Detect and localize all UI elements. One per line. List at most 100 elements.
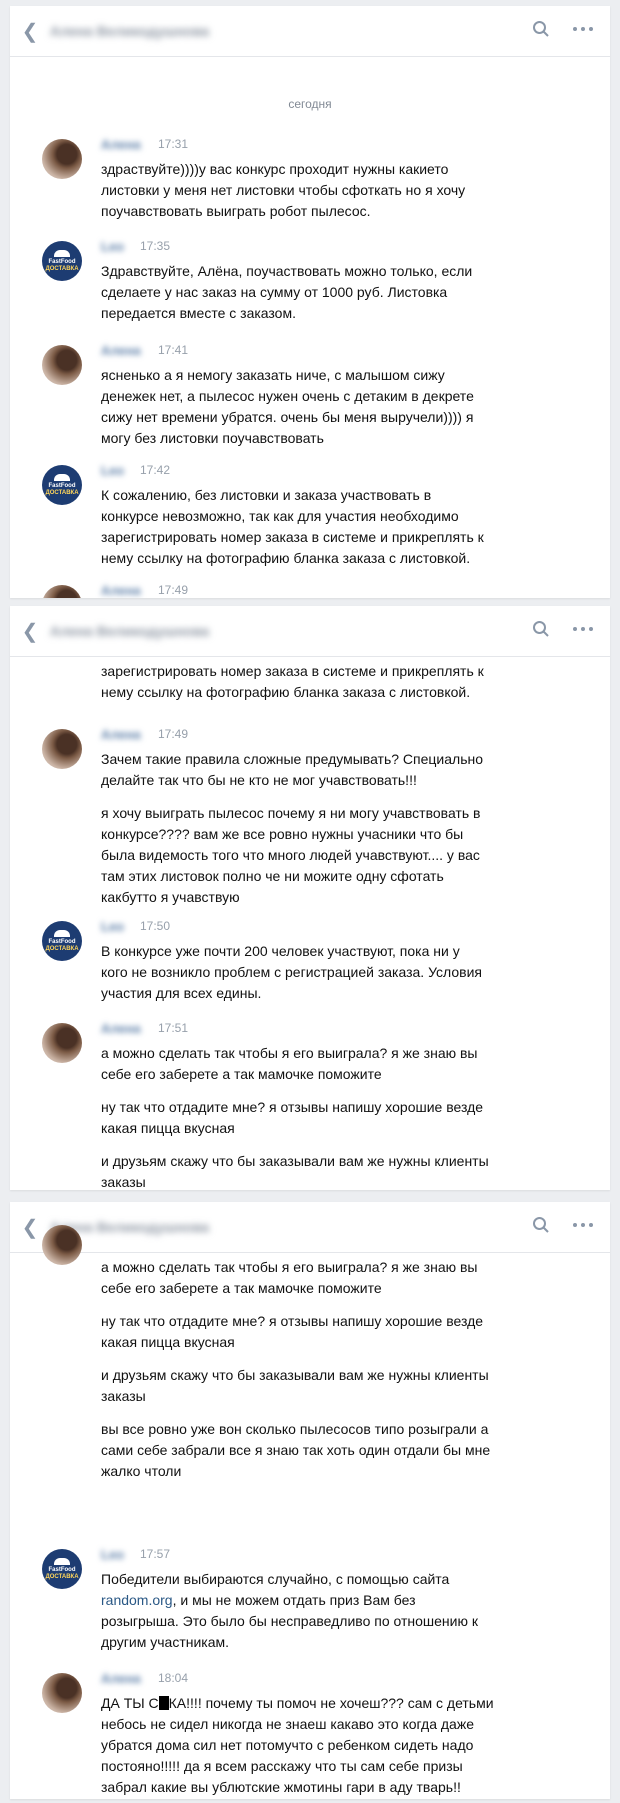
avatar[interactable] bbox=[42, 1023, 82, 1063]
message-text: К сожалению, без листовки и заказа участ… bbox=[101, 485, 484, 569]
sender-name[interactable]: Leo bbox=[101, 1547, 124, 1562]
text-line: могу без листовки поучавствовать bbox=[101, 430, 324, 446]
chat-header: ❮ Алена Великодушнова bbox=[10, 6, 610, 57]
more-dots-icon[interactable] bbox=[572, 20, 594, 38]
text-line: там этих листовок полно че ни можите одн… bbox=[101, 868, 444, 884]
text-line: убратся дома сил нет потомучто с ребенко… bbox=[101, 1737, 474, 1753]
text-line: ясненько а я немогу заказать ниче, с мал… bbox=[101, 367, 445, 383]
sender-name[interactable]: Алена bbox=[101, 727, 141, 742]
text-line: денежек нет, а пылесос нужен очень с дет… bbox=[101, 388, 474, 404]
text-line: зарегистрировать номер заказа в системе … bbox=[101, 529, 484, 545]
text-line: розыгрыша. Это было бы несправедливо по … bbox=[101, 1613, 478, 1629]
text-line: заказы bbox=[101, 1388, 146, 1404]
avatar[interactable] bbox=[42, 139, 82, 179]
text-line: забрал какие вы ублютские жмотины гари в… bbox=[101, 1779, 461, 1795]
message-history: а можно сделать так чтобы я его выиграла… bbox=[10, 1225, 610, 1799]
text-line: В конкурсе уже почти 200 человек участву… bbox=[101, 943, 460, 959]
more-dots-icon[interactable] bbox=[572, 1216, 594, 1234]
text-line: небось не сидел никогда не знаеш какаво … bbox=[101, 1716, 474, 1732]
message-text: ДА ТЫ С КА!!!! почему ты помоч не хочеш??… bbox=[101, 1693, 494, 1798]
search-icon[interactable] bbox=[532, 620, 550, 638]
text-line: какая пицца вкусная bbox=[101, 1334, 235, 1350]
text-line: делайте так что бы не кто не мог учавств… bbox=[101, 772, 417, 788]
message-text-continued: а можно сделать так чтобы я его выиграла… bbox=[101, 1257, 490, 1482]
avatar[interactable] bbox=[42, 1673, 82, 1713]
message-text: ясненько а я немогу заказать ниче, с мал… bbox=[101, 365, 474, 449]
search-icon[interactable] bbox=[532, 1216, 550, 1234]
text-line: вы все ровно уже вон сколько пылесосов т… bbox=[101, 1421, 489, 1437]
message-text: а можно сделать так чтобы я его выиграла… bbox=[101, 1043, 489, 1190]
avatar[interactable]: FastFood ДОСТАВКА bbox=[42, 1549, 82, 1589]
text-line: Зачем такие правила сложные предумывать?… bbox=[101, 751, 484, 767]
chat-window-2: ❮ Алена Великодушнова зарегистрировать н… bbox=[10, 606, 610, 1190]
text-line: постояно!!!!! да я всем расскажу что ты … bbox=[101, 1758, 463, 1774]
text-line: себе его заберете а так мамочке поможите bbox=[101, 1280, 382, 1296]
chat-contact-name: Алена Великодушнова bbox=[50, 23, 210, 39]
message-text: Зачем такие правила сложные предумывать?… bbox=[101, 749, 483, 908]
message-text: Победители выбираются случайно, с помощь… bbox=[101, 1569, 478, 1653]
text-line: конкурсе невозможно, так как для участия… bbox=[101, 508, 459, 524]
avatar[interactable]: FastFood ДОСТАВКА bbox=[42, 921, 82, 961]
avatar[interactable]: FastFood ДОСТАВКА bbox=[42, 241, 82, 281]
chat-window-1: ❮ Алена Великодушнова сегодня Алена 17:3… bbox=[10, 6, 610, 598]
sender-name[interactable]: Алена bbox=[101, 1021, 141, 1036]
sender-name[interactable]: Алена bbox=[101, 583, 141, 598]
sender-name[interactable]: Алена bbox=[101, 137, 141, 152]
censor-block bbox=[158, 1696, 169, 1710]
sender-name[interactable]: Leo bbox=[101, 239, 124, 254]
random-org-link[interactable]: random.org bbox=[101, 1592, 173, 1608]
message-time: 17:42 bbox=[140, 463, 171, 477]
text-line: и друзьям скажу что бы заказывали вам же… bbox=[101, 1367, 489, 1383]
sender-name[interactable]: Алена bbox=[101, 343, 141, 358]
text-line: нему ссылку на фотографию бланка заказа … bbox=[101, 550, 471, 566]
message-time: 17:57 bbox=[140, 1547, 171, 1561]
sender-name[interactable]: Leo bbox=[101, 463, 124, 478]
text-fragment: , и мы не можем отдать приз Вам без bbox=[172, 1592, 416, 1608]
text-line: какая пицца вкусная bbox=[101, 1120, 235, 1136]
text-line: конкурсе???? вам же все ровно нужны учас… bbox=[101, 826, 464, 842]
avatar[interactable] bbox=[42, 729, 82, 769]
text-line: заказы bbox=[101, 1174, 146, 1190]
message-time: 17:50 bbox=[140, 919, 171, 933]
text-line: другим участникам. bbox=[101, 1634, 230, 1650]
avatar[interactable] bbox=[42, 585, 82, 598]
sender-name[interactable]: Алена bbox=[101, 1671, 141, 1686]
text-line: была видемость того что много людей учав… bbox=[101, 847, 480, 863]
more-dots-icon[interactable] bbox=[572, 620, 594, 638]
chat-header: ❮ Алена Великодушнова bbox=[10, 606, 610, 657]
message-text-continued: зарегистрировать номер заказа в системе … bbox=[101, 661, 484, 703]
avatar[interactable]: FastFood ДОСТАВКА bbox=[42, 465, 82, 505]
message-time: 17:31 bbox=[158, 137, 189, 151]
text-line: зарегистрировать номер заказа в системе … bbox=[101, 663, 484, 679]
message-time: 17:49 bbox=[158, 583, 189, 597]
text-line: Победители выбираются случайно, с помощь… bbox=[101, 1571, 450, 1587]
text-line: поучавствовать выиграть робот пылесос. bbox=[101, 203, 371, 219]
text-line: и друзьям скажу что бы заказывали вам же… bbox=[101, 1153, 489, 1169]
text-line: ну так что отдадите мне? я отзывы напишу… bbox=[101, 1099, 484, 1115]
message-text: Здравствуйте, Алёна, поучаствовать можно… bbox=[101, 261, 472, 324]
text-fragment: КА!!!! почему ты помоч не хочеш??? сам с… bbox=[168, 1695, 494, 1711]
text-line: жалко чтоли bbox=[101, 1463, 182, 1479]
text-fragment: ДА ТЫ С bbox=[101, 1695, 159, 1711]
text-line: листовки у меня нет листовки чтобы сфотк… bbox=[101, 182, 466, 198]
text-line: нему ссылку на фотографию бланка заказа … bbox=[101, 684, 471, 700]
text-line: сижу нет времени убратся. очень бы меня … bbox=[101, 409, 474, 425]
message-history: сегодня Алена 17:31 здраствуйте))))у вас… bbox=[10, 57, 610, 598]
avatar[interactable] bbox=[42, 1225, 82, 1265]
text-line: я хочу выиграть пылесос почему я ни могу… bbox=[101, 805, 481, 821]
text-line: Здравствуйте, Алёна, поучаствовать можно… bbox=[101, 263, 473, 279]
text-line: а можно сделать так чтобы я его выиграла… bbox=[101, 1045, 478, 1061]
avatar[interactable] bbox=[42, 345, 82, 385]
chevron-left-icon[interactable]: ❮ bbox=[10, 19, 50, 44]
search-icon[interactable] bbox=[532, 20, 550, 38]
message-time: 18:04 bbox=[158, 1671, 189, 1685]
text-line: а можно сделать так чтобы я его выиграла… bbox=[101, 1259, 478, 1275]
text-line: К сожалению, без листовки и заказа участ… bbox=[101, 487, 432, 503]
chevron-left-icon[interactable]: ❮ bbox=[10, 619, 50, 644]
sender-name[interactable]: Leo bbox=[101, 919, 124, 934]
text-line: здраствуйте))))у вас конкурс проходит ну… bbox=[101, 161, 449, 177]
